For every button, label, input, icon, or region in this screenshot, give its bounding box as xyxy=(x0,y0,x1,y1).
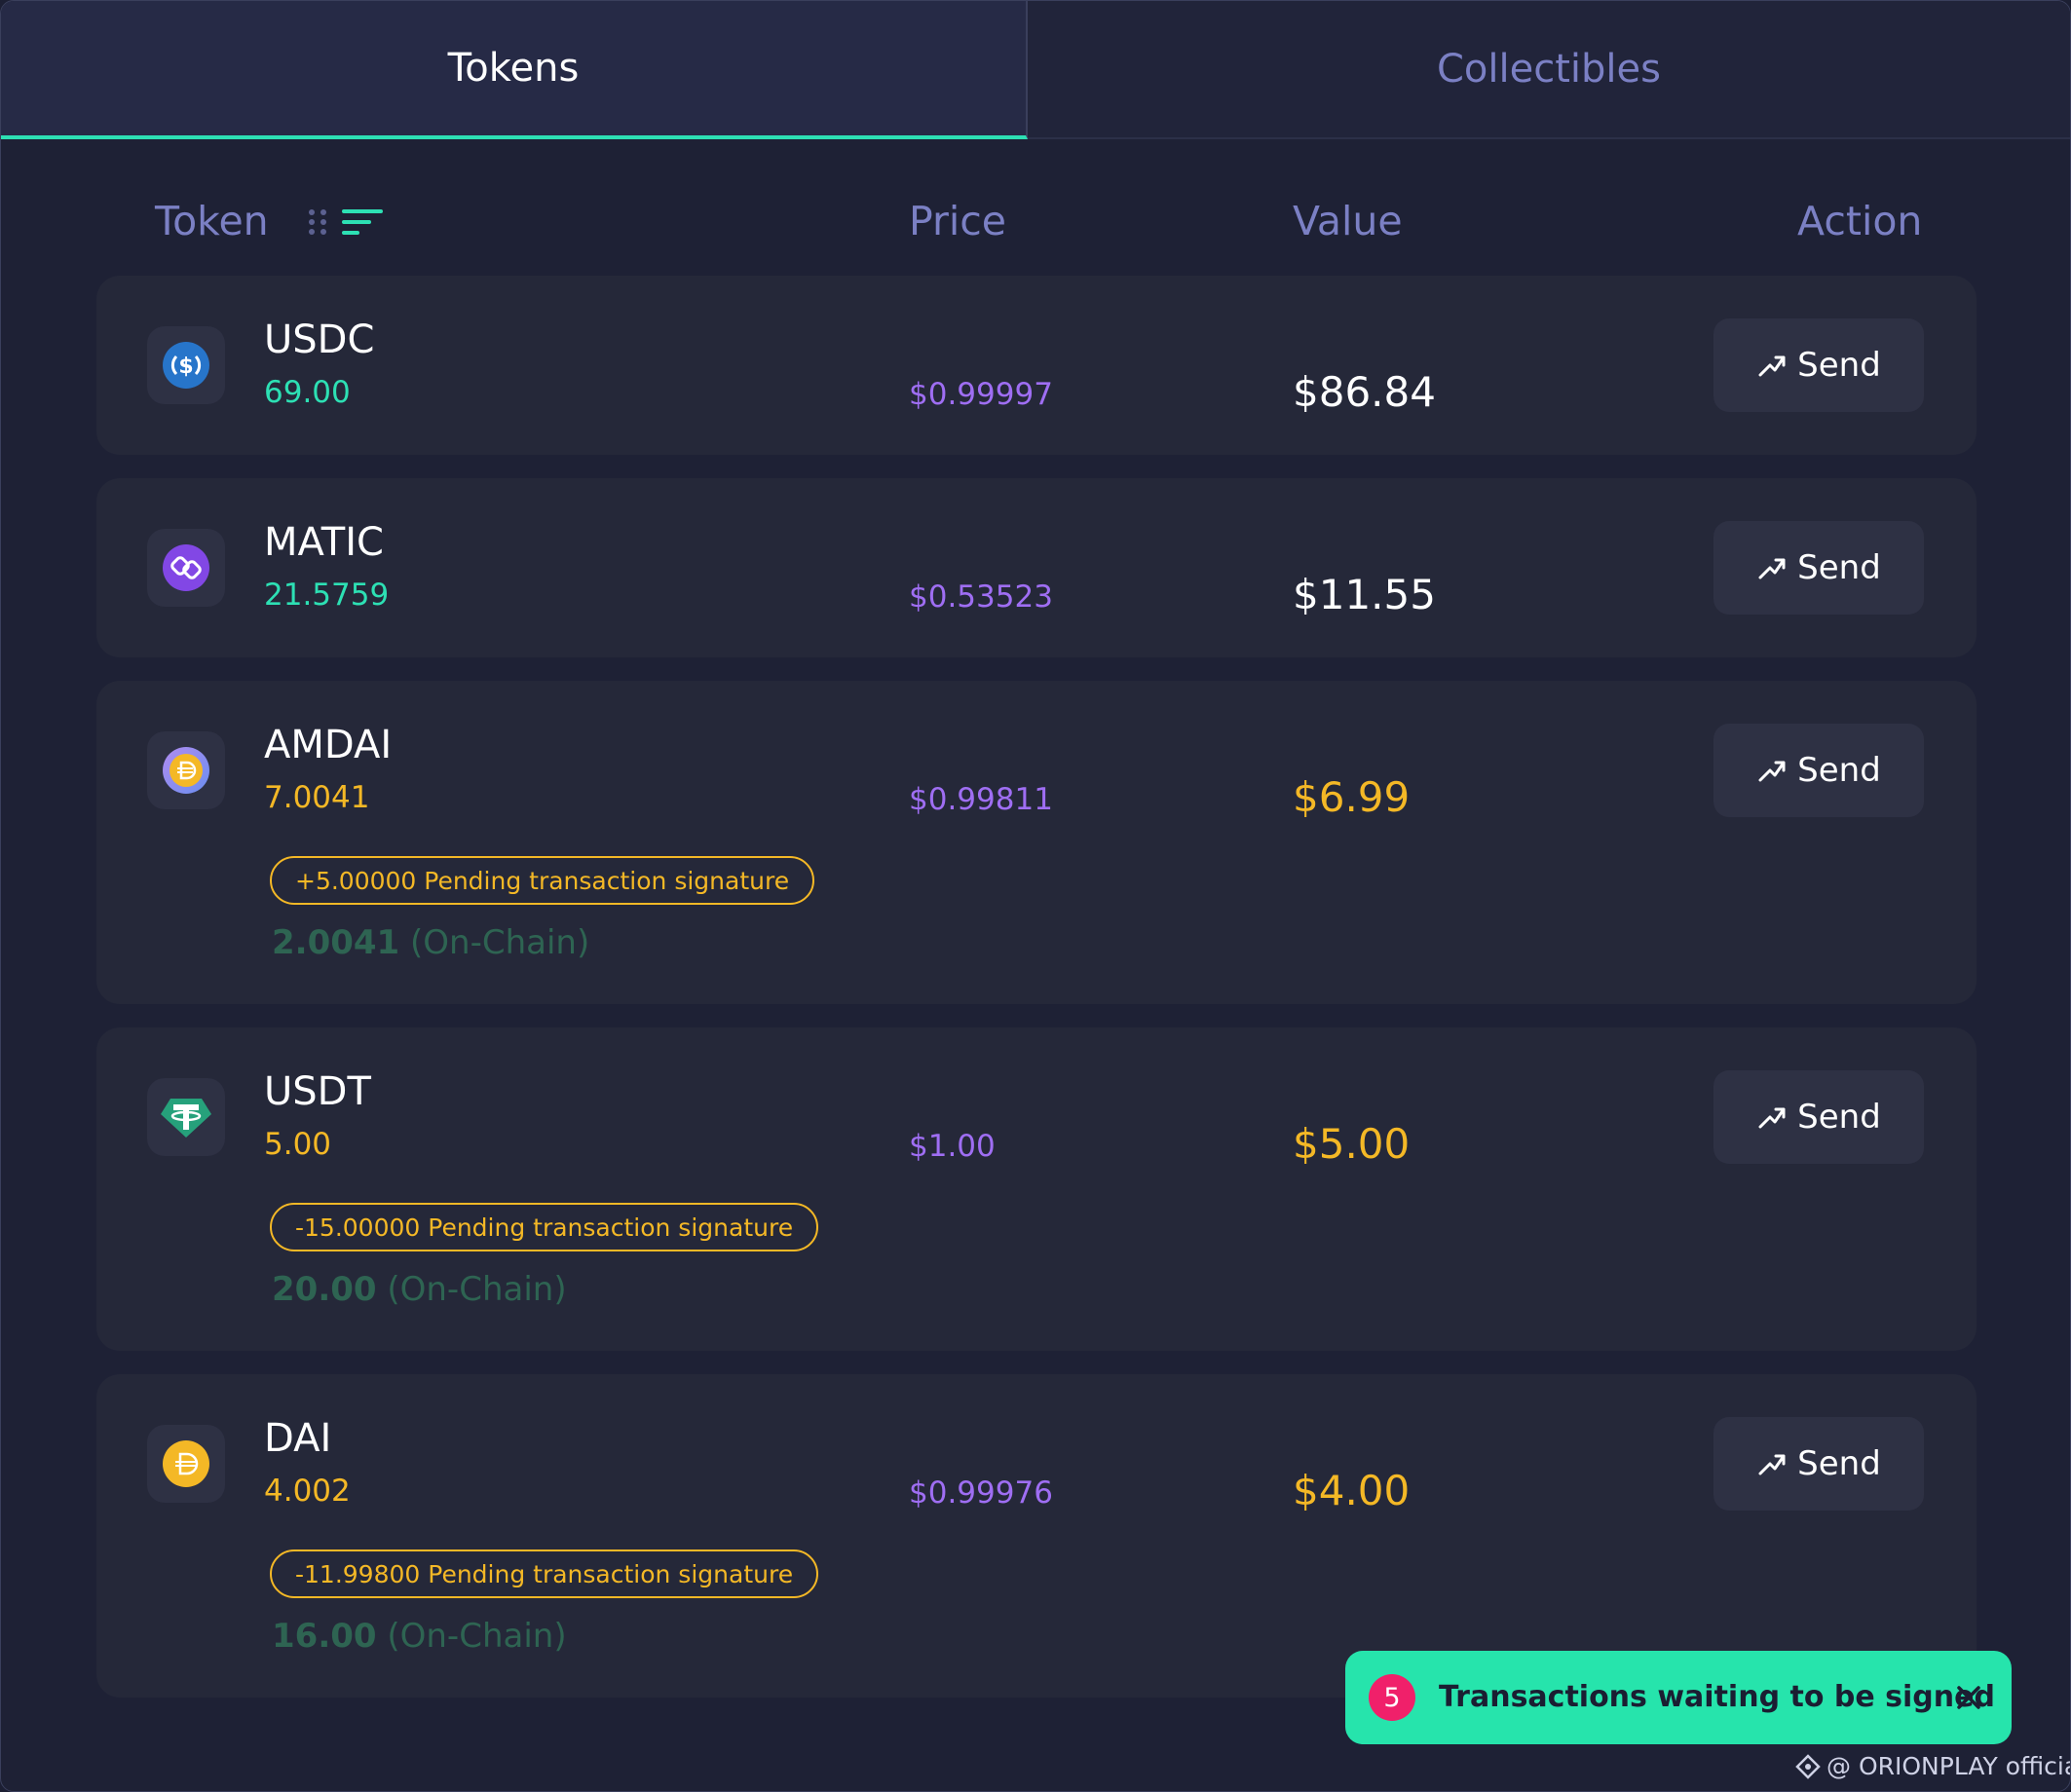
header-token: Token xyxy=(155,198,269,244)
pending-badge: -11.99800 Pending transaction signature xyxy=(270,1549,819,1598)
tab-collectibles[interactable]: Collectibles xyxy=(1028,1,2070,139)
onchain-amount: 20.00 xyxy=(272,1270,377,1309)
header-value: Value xyxy=(1293,198,1403,244)
token-symbol: AMDAI xyxy=(264,723,393,767)
send-button[interactable]: Send xyxy=(1713,724,1924,817)
token-row-amdai: AMDAI 7.0041 $0.99811 $6.99 Send +5.0000… xyxy=(96,681,1977,1004)
toast-count-badge: 5 xyxy=(1369,1674,1415,1721)
token-price: $1.00 xyxy=(909,1129,996,1164)
send-button[interactable]: Send xyxy=(1713,1417,1924,1511)
toast-message: Transactions waiting to be signed xyxy=(1439,1680,1995,1714)
tokens-panel: Tokens Collectibles Token Price Value Ac… xyxy=(0,0,2071,1792)
token-symbol: USDT xyxy=(264,1069,371,1114)
watermark-text: @ ORIONPLAY official xyxy=(1826,1752,2071,1780)
token-symbol: USDC xyxy=(264,317,375,362)
send-button[interactable]: Send xyxy=(1713,318,1924,412)
token-price: $0.99976 xyxy=(909,1475,1053,1511)
sort-icon[interactable] xyxy=(342,207,383,237)
onchain-balance: 16.00 (On-Chain) xyxy=(272,1614,567,1659)
token-balance: 21.5759 xyxy=(264,578,390,613)
send-button[interactable]: Send xyxy=(1713,521,1924,615)
send-label: Send xyxy=(1797,346,1881,385)
onchain-label: (On-Chain) xyxy=(387,1617,567,1656)
send-arrow-icon xyxy=(1758,1107,1786,1129)
usdc-icon: $ xyxy=(147,326,225,404)
onchain-balance: 20.00 (On-Chain) xyxy=(272,1267,567,1312)
token-balance: 5.00 xyxy=(264,1127,332,1162)
header-price: Price xyxy=(909,198,1007,244)
send-label: Send xyxy=(1797,1444,1881,1483)
pending-badge: +5.00000 Pending transaction signature xyxy=(270,856,815,905)
onchain-amount: 2.0041 xyxy=(272,923,400,962)
token-price: $0.99811 xyxy=(909,782,1053,817)
close-icon[interactable] xyxy=(1949,1678,1988,1717)
onchain-label: (On-Chain) xyxy=(387,1270,567,1309)
pending-badge: -15.00000 Pending transaction signature xyxy=(270,1203,819,1251)
send-arrow-icon xyxy=(1758,761,1786,782)
token-value: $11.55 xyxy=(1293,571,1436,618)
dai-icon xyxy=(147,1425,225,1503)
tab-bar: Tokens Collectibles xyxy=(1,1,2070,139)
token-price: $0.53523 xyxy=(909,579,1053,615)
token-balance: 4.002 xyxy=(264,1474,351,1509)
matic-icon xyxy=(147,529,225,607)
drag-grip-icon xyxy=(309,209,326,235)
token-value: $86.84 xyxy=(1293,368,1436,416)
token-symbol: DAI xyxy=(264,1416,332,1461)
token-row-usdc: $ USDC 69.00 $0.99997 $86.84 Send xyxy=(96,276,1977,455)
watermark-logo-icon xyxy=(1795,1754,1821,1779)
header-action: Action xyxy=(1797,198,1923,244)
onchain-amount: 16.00 xyxy=(272,1617,377,1656)
svg-text:$: $ xyxy=(178,355,193,379)
send-label: Send xyxy=(1797,751,1881,790)
onchain-label: (On-Chain) xyxy=(410,923,590,962)
send-button[interactable]: Send xyxy=(1713,1070,1924,1164)
token-value: $4.00 xyxy=(1293,1467,1411,1514)
token-value: $5.00 xyxy=(1293,1120,1411,1168)
send-label: Send xyxy=(1797,548,1881,587)
token-balance: 7.0041 xyxy=(264,780,370,815)
token-price: $0.99997 xyxy=(909,377,1053,412)
amdai-icon xyxy=(147,731,225,809)
send-arrow-icon xyxy=(1758,355,1786,377)
watermark: @ ORIONPLAY official xyxy=(1795,1752,2071,1781)
token-row-usdt: USDT 5.00 $1.00 $5.00 Send -15.00000 Pen… xyxy=(96,1027,1977,1351)
token-value: $6.99 xyxy=(1293,773,1411,821)
onchain-balance: 2.0041 (On-Chain) xyxy=(272,920,589,965)
token-balance: 69.00 xyxy=(264,375,351,410)
tab-tokens[interactable]: Tokens xyxy=(1,1,1028,139)
send-arrow-icon xyxy=(1758,1454,1786,1475)
token-symbol: MATIC xyxy=(264,520,384,565)
pending-transactions-toast[interactable]: 5 Transactions waiting to be signed xyxy=(1345,1651,2012,1744)
token-row-dai: DAI 4.002 $0.99976 $4.00 Send -11.99800 … xyxy=(96,1374,1977,1698)
usdt-icon xyxy=(147,1078,225,1156)
send-arrow-icon xyxy=(1758,558,1786,579)
send-label: Send xyxy=(1797,1098,1881,1137)
token-row-matic: MATIC 21.5759 $0.53523 $11.55 Send xyxy=(96,478,1977,657)
